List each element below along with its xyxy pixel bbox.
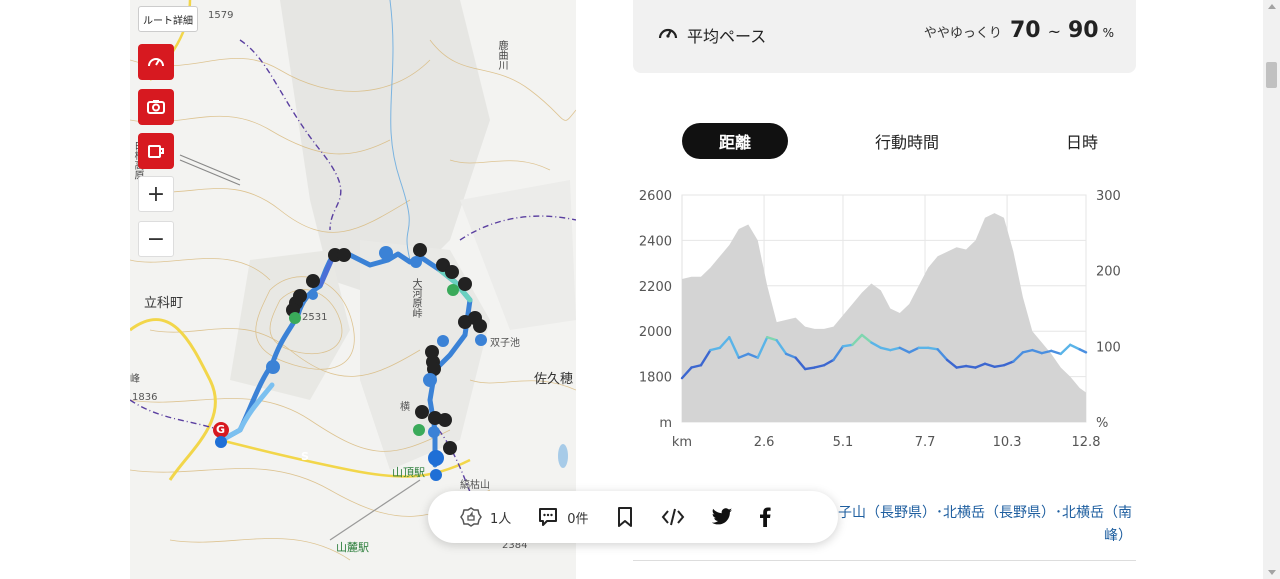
y-left-tick-label: 1800	[639, 371, 672, 386]
speedometer-icon	[658, 28, 678, 39]
elevation-1836: 1836	[132, 392, 158, 403]
place-label-sanroku: 山麓駅	[336, 541, 369, 554]
scroll-up-arrow[interactable]	[1268, 4, 1276, 9]
mountain-list-line-2[interactable]: 峰）	[800, 525, 1132, 548]
y-right-tick-label: 200	[1096, 265, 1120, 280]
x-tick-label: 10.3	[993, 435, 1022, 450]
y-left-unit-label: m	[659, 416, 672, 431]
page-scrollbar[interactable]	[1263, 0, 1280, 579]
action-toolbar: 1人 0件	[428, 491, 838, 543]
pace-line-segment	[803, 366, 816, 371]
place-label-futago: 双子池	[490, 338, 520, 349]
place-label-yoko: 横	[400, 402, 410, 413]
pace-line-segment	[955, 364, 968, 369]
elevation-chart: 2600 2400 2200 2000 1800 m 300 200 100% km 2.6 5.1 7…	[639, 189, 1120, 450]
pace-separator: ~	[1047, 22, 1061, 41]
zoom-out-button[interactable]: −	[138, 221, 174, 257]
x-tick-label: 7.7	[915, 435, 936, 450]
tab-datetime[interactable]: 日時	[1052, 123, 1112, 159]
elevation-2531: 2531	[302, 312, 328, 323]
comment-button[interactable]: 0件	[537, 506, 589, 528]
facebook-share-button[interactable]	[759, 507, 771, 527]
pace-button[interactable]	[138, 44, 174, 80]
tab-distance[interactable]: 距離	[682, 123, 788, 159]
comment-icon	[539, 508, 558, 526]
comment-count: 0件	[567, 511, 589, 527]
place-label-mine: 峰	[130, 374, 140, 385]
scroll-down-arrow[interactable]	[1268, 570, 1276, 575]
pace-word: ややゆっくり	[923, 26, 1002, 41]
pace-line-segment	[964, 364, 977, 369]
mountain-list-line-1[interactable]: 子山（長野県）･北横岳（長野県）･北横岳（南	[800, 502, 1132, 525]
scroll-thumb[interactable]	[1266, 62, 1277, 88]
y-left-tick-label: 2600	[639, 189, 672, 204]
facebook-icon	[759, 507, 771, 527]
pace-value: ややゆっくり 70 ~ 90 %	[924, 18, 1114, 43]
y-left-tick-label: 2000	[639, 325, 672, 340]
elevation-1579: 1579	[208, 10, 234, 21]
y-left-tick-label: 2200	[639, 280, 672, 295]
goal-marker[interactable]: G	[216, 423, 225, 436]
twitter-share-button[interactable]	[711, 507, 733, 527]
x-tick-label: 2.6	[754, 435, 775, 450]
code-icon	[661, 508, 684, 526]
like-button[interactable]: 1人	[460, 506, 511, 528]
y-right-tick-label: 100	[1096, 340, 1120, 355]
pace-min: 70	[1009, 18, 1041, 43]
x-tick-label: 12.8	[1072, 435, 1101, 450]
x-unit-label: km	[672, 435, 692, 450]
cup-icon	[148, 145, 164, 158]
average-pace-card: 平均ペース ややゆっくり 70 ~ 90 %	[633, 0, 1136, 73]
embed-button[interactable]	[661, 506, 685, 528]
place-label-saku: 佐久穂	[534, 372, 574, 387]
pace-max: 90	[1067, 18, 1099, 43]
place-label-sancho: 山頂駅	[392, 466, 425, 479]
mountain-list[interactable]: 子山（長野県）･北横岳（長野県）･北横岳（南 峰）	[800, 502, 1132, 548]
place-label-okawara: 大河原峠	[410, 278, 421, 318]
place-label-aramata: 鹿曲川	[496, 40, 507, 70]
camera-icon	[147, 100, 165, 114]
x-tick-label: 5.1	[833, 435, 854, 450]
speedometer-icon	[148, 58, 164, 67]
chart-tabs: 距離 行動時間 日時	[682, 123, 1122, 159]
like-badge-icon	[460, 507, 482, 527]
pace-line-segment	[841, 343, 854, 348]
pace-label: 平均ペース	[687, 27, 767, 46]
bookmark-button[interactable]	[615, 506, 635, 528]
start-marker[interactable]: S	[301, 450, 309, 463]
place-label-tateshina: 立科町	[144, 296, 184, 311]
bookmark-icon	[617, 507, 632, 527]
photo-button[interactable]	[138, 89, 174, 125]
pace-line-segment	[993, 364, 1006, 368]
pace-unit: %	[1102, 26, 1114, 40]
pace-line-segment	[926, 346, 939, 351]
y-right-tick-label: 300	[1096, 189, 1120, 204]
twitter-icon	[711, 508, 732, 525]
y-right-unit-label: %	[1096, 416, 1108, 431]
route-detail-button[interactable]: ルート詳細	[138, 6, 198, 32]
like-count: 1人	[490, 511, 512, 527]
y-left-tick-label: 2400	[639, 234, 672, 249]
divider	[633, 560, 1136, 561]
zoom-in-button[interactable]: +	[138, 176, 174, 212]
rest-button[interactable]	[138, 133, 174, 169]
tab-duration[interactable]: 行動時間	[862, 123, 952, 159]
place-label-shimagare: 縞枯山	[460, 480, 490, 491]
